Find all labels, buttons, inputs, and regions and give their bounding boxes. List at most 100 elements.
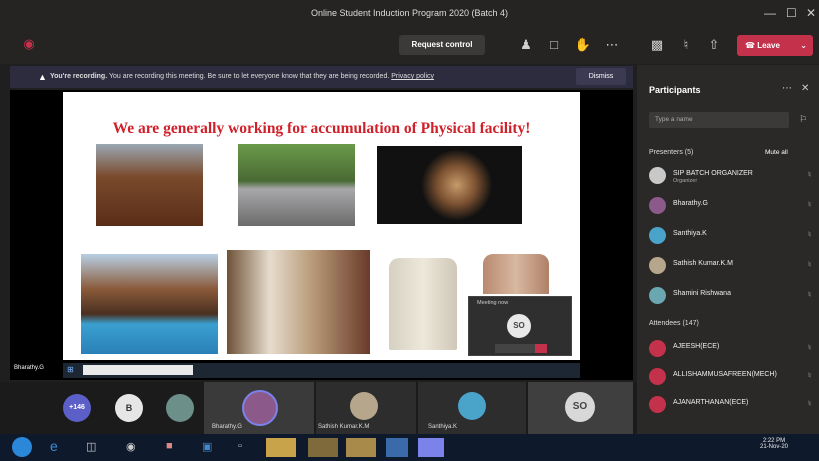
windows-taskbar: e ◫ ◉ ■ ▣ ▫ 2:22 PM 21-Nov-20 xyxy=(0,434,819,461)
mic-icon[interactable]: ♮ xyxy=(808,290,811,299)
mini-window-title: Meeting now xyxy=(477,300,509,306)
overflow-avatar[interactable]: +146 xyxy=(63,394,91,422)
phone-icon: ☎ xyxy=(745,41,755,50)
chevron-down-icon[interactable]: ⌄ xyxy=(800,35,807,56)
banner-bold: You're recording. xyxy=(50,73,108,80)
share-invite-icon[interactable]: ⚐ xyxy=(799,114,807,125)
app-icon[interactable] xyxy=(346,438,376,457)
more-options-icon[interactable]: ⋯ xyxy=(782,83,792,94)
mic-icon[interactable]: ♮ xyxy=(808,200,811,209)
participant-row[interactable]: AJANARTHANAN(ECE) ♮ xyxy=(649,396,815,414)
app-icon[interactable]: ▣ xyxy=(202,440,212,453)
participant-avatar xyxy=(649,368,666,385)
participant-avatar xyxy=(649,340,666,357)
close-icon[interactable]: ✕ xyxy=(806,6,816,20)
participants-icon[interactable]: ♟ xyxy=(517,37,535,53)
mic-icon[interactable]: ♮ xyxy=(808,343,811,352)
participant-avatar[interactable]: B xyxy=(115,394,143,422)
participant-row[interactable]: SIP BATCH ORGANIZER Organizer ♮ xyxy=(649,167,815,185)
participant-avatar xyxy=(350,392,378,420)
tile-name: Bharathy.G xyxy=(212,424,242,430)
participant-name: Shamini Rishwana xyxy=(673,290,731,297)
participant-row[interactable]: Santhiya.K ♮ xyxy=(649,227,815,245)
participant-name: Santhiya.K xyxy=(673,230,707,237)
participant-avatar[interactable] xyxy=(166,394,194,422)
ie-icon[interactable]: e xyxy=(50,438,58,454)
chat-icon[interactable]: □ xyxy=(545,37,563,52)
banner-text: You are recording this meeting. Be sure … xyxy=(108,73,390,80)
close-panel-icon[interactable]: ✕ xyxy=(801,83,809,94)
video-tile[interactable]: Sathish Kumar.K.M xyxy=(316,382,416,434)
tile-name: Santhiya.K xyxy=(428,424,458,430)
recording-icon: ◉ xyxy=(23,36,35,51)
participant-row[interactable]: Sathish Kumar.K.M ♮ xyxy=(649,257,815,275)
mic-icon[interactable]: ♮ xyxy=(808,230,811,239)
app-icon[interactable] xyxy=(386,438,408,457)
camera-icon[interactable]: ▩ xyxy=(648,37,666,53)
leave-button[interactable]: ☎ Leave ⌄ xyxy=(737,35,813,56)
mute-all-button[interactable]: Mute all xyxy=(765,149,788,156)
privacy-policy-link[interactable]: Privacy policy xyxy=(391,73,434,80)
more-actions-icon[interactable]: ⋯ xyxy=(603,37,621,53)
share-icon[interactable]: ⇧ xyxy=(705,37,723,53)
app-icon[interactable]: ▫ xyxy=(238,440,242,452)
raise-hand-icon[interactable]: ✋ xyxy=(574,37,592,53)
shared-taskbar: ⊞ xyxy=(63,363,580,378)
participant-name: Bharathy.G xyxy=(673,200,708,207)
participant-avatar xyxy=(649,197,666,214)
presenters-section-label[interactable]: Presenters (5) xyxy=(649,149,693,156)
teams-icon[interactable] xyxy=(418,438,444,457)
mic-icon[interactable]: ♮ xyxy=(808,371,811,380)
participant-avatar xyxy=(242,390,278,426)
dismiss-button[interactable]: Dismiss xyxy=(576,68,626,85)
self-video-tile[interactable]: SO xyxy=(528,382,633,434)
app-icon[interactable]: ■ xyxy=(166,440,173,452)
participant-avatar xyxy=(649,257,666,274)
participant-avatar xyxy=(649,227,666,244)
video-tile[interactable]: Santhiya.K xyxy=(418,382,526,434)
participant-avatar xyxy=(649,396,666,413)
participant-row[interactable]: Bharathy.G ♮ xyxy=(649,197,815,215)
start-button[interactable] xyxy=(12,437,32,457)
participant-avatar xyxy=(649,287,666,304)
meeting-mini-window[interactable]: Meeting now SO xyxy=(468,296,572,356)
presenter-label: Bharathy.G xyxy=(14,365,44,371)
title-bar: Online Student Induction Program 2020 (B… xyxy=(0,0,819,28)
video-tile[interactable]: Bharathy.G xyxy=(204,382,314,434)
participant-row[interactable]: Shamini Rishwana ♮ xyxy=(649,287,815,305)
app-icon[interactable] xyxy=(308,438,338,457)
maximize-icon[interactable]: ☐ xyxy=(786,6,797,20)
mini-window-avatar: SO xyxy=(507,314,531,338)
windows-icon: ⊞ xyxy=(67,365,74,374)
minimize-icon[interactable]: — xyxy=(764,6,776,20)
meeting-toolbar: ◉ Request control ♟ □ ✋ ⋯ ▩ ♮ ⇧ ☎ Leave … xyxy=(0,28,819,64)
request-control-button[interactable]: Request control xyxy=(399,35,485,55)
participant-name: AJANARTHANAN(ECE) xyxy=(673,399,749,406)
participant-row[interactable]: ALLISHAMMUSAFREEN(MECH) ♮ xyxy=(649,368,815,386)
attendees-section-label[interactable]: Attendees (147) xyxy=(649,320,699,327)
folder-icon[interactable]: ◫ xyxy=(86,440,96,453)
participant-search-input[interactable]: Type a name xyxy=(649,112,789,128)
warning-icon: ▲ xyxy=(38,72,47,82)
panel-title: Participants xyxy=(649,85,701,95)
clock-date: 21-Nov-20 xyxy=(760,444,789,450)
participant-name: SIP BATCH ORGANIZER xyxy=(673,170,753,177)
taskbar-search-input[interactable] xyxy=(83,365,193,375)
coat-image xyxy=(483,254,549,294)
jacket-image xyxy=(389,258,457,350)
app-icon[interactable]: ◉ xyxy=(126,440,136,453)
leave-label: Leave xyxy=(757,41,780,50)
clock[interactable]: 2:22 PM 21-Nov-20 xyxy=(760,438,788,450)
participant-row[interactable]: AJEESH(ECE) ♮ xyxy=(649,340,815,358)
participant-avatar xyxy=(458,392,486,420)
mic-icon[interactable]: ♮ xyxy=(808,260,811,269)
participant-name: ALLISHAMMUSAFREEN(MECH) xyxy=(673,371,777,378)
mic-icon[interactable]: ♮ xyxy=(808,170,811,179)
mic-icon[interactable]: ♮ xyxy=(808,399,811,408)
participants-panel: Participants ⋯ ✕ Type a name ⚐ Presenter… xyxy=(637,65,819,435)
app-icon[interactable] xyxy=(266,438,296,457)
watch-image xyxy=(377,146,522,224)
mini-window-hangup[interactable] xyxy=(535,344,547,353)
mic-icon[interactable]: ♮ xyxy=(677,37,695,53)
building-image xyxy=(96,144,203,226)
